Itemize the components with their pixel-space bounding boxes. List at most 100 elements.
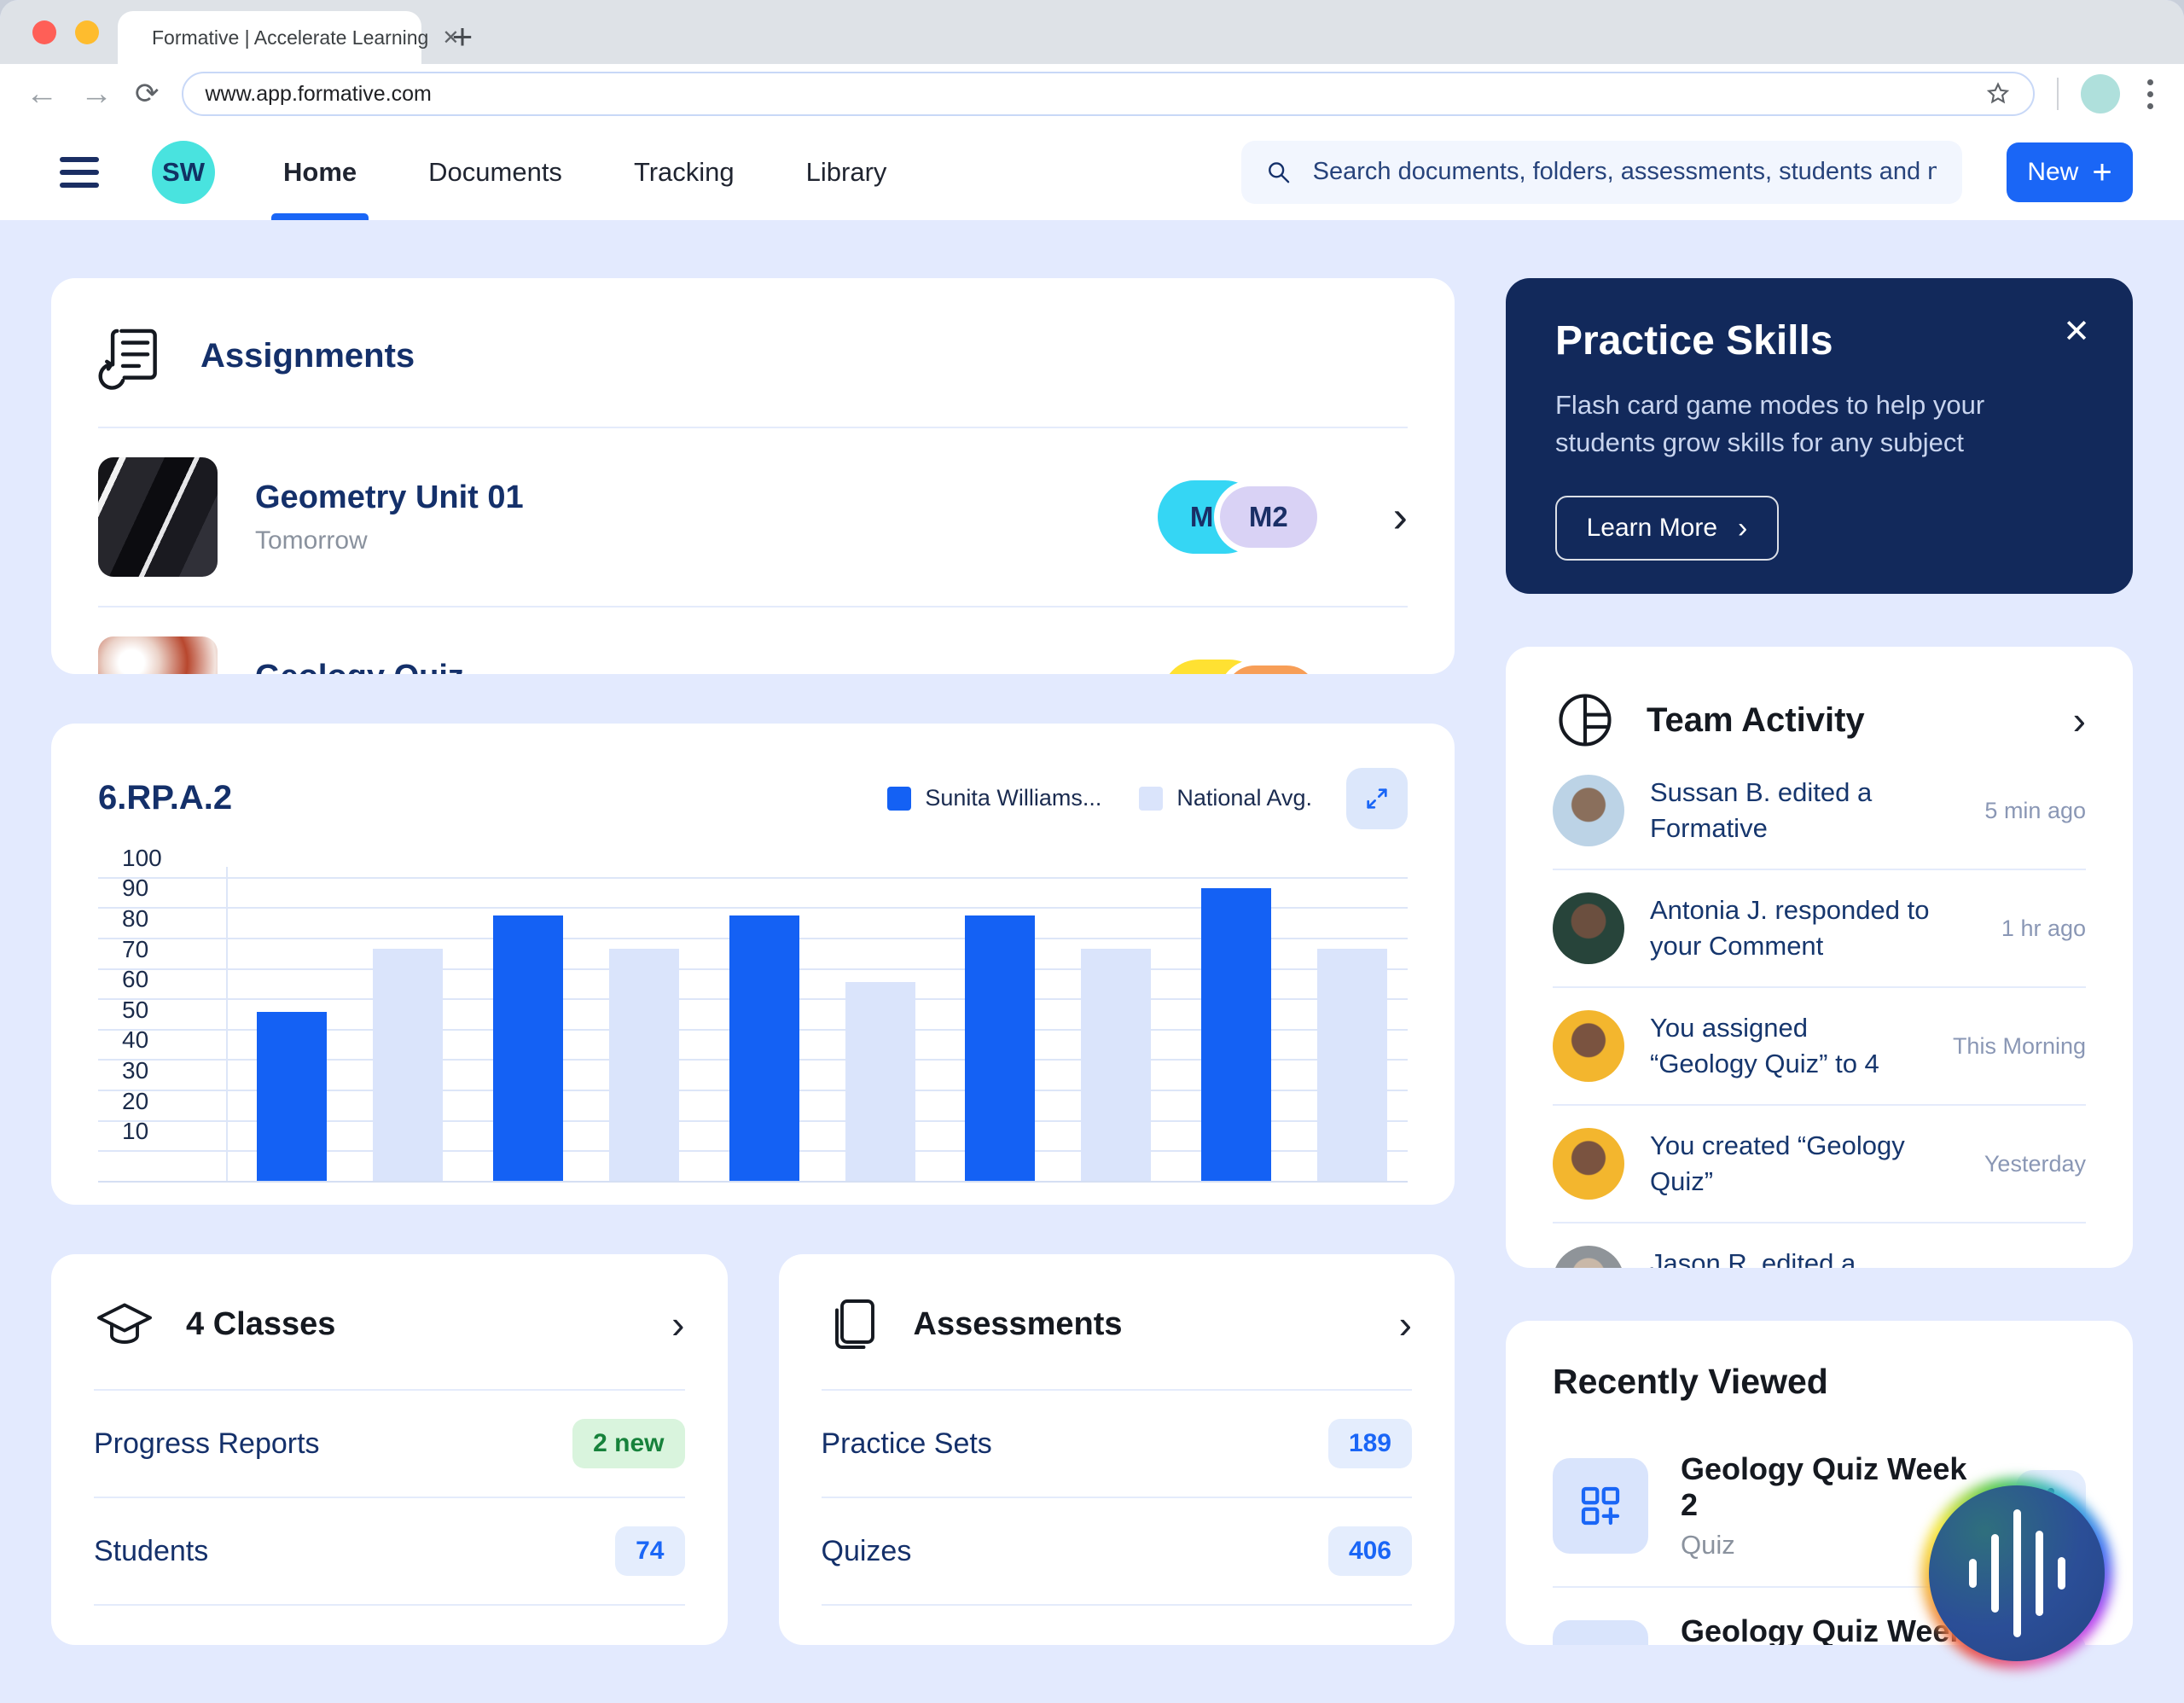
search-bar[interactable]	[1241, 141, 1962, 204]
bar-sunita-williams---[interactable]	[1201, 888, 1271, 1183]
bar-national-avg-[interactable]	[845, 982, 915, 1183]
close-icon[interactable]: ✕	[2063, 312, 2090, 351]
assignment-info: Geology QuizFriday	[255, 659, 464, 674]
assignment-title: Geology Quiz	[255, 659, 464, 674]
back-icon[interactable]: ←	[26, 78, 58, 110]
y-axis-tick: 10	[122, 1118, 148, 1145]
bookmark-star-icon[interactable]	[1985, 81, 2011, 107]
activity-time: 1 hr ago	[2001, 915, 2086, 942]
chevron-right-icon[interactable]: ›	[671, 1301, 684, 1347]
x-axis-label: Unit 1 –Quiz 110/01/24	[257, 1186, 443, 1205]
browser-window: Formative | Accelerate Learning ✕ + ← → …	[0, 0, 2184, 1703]
bar-national-avg-[interactable]	[609, 949, 679, 1183]
plus-icon: +	[2092, 159, 2111, 186]
assessments-rows: Practice Sets 189 Quizes406	[822, 1391, 1413, 1606]
assessments-icon	[822, 1293, 883, 1355]
count-badge: 74	[615, 1526, 684, 1576]
assignments-card: Assignments Geometry Unit 01TomorrowM1M2…	[51, 278, 1455, 674]
activity-item[interactable]: Sussan B. edited a Formative5 min ago	[1553, 753, 2086, 870]
forward-icon[interactable]: →	[80, 78, 113, 110]
assignment-row[interactable]: Geometry Unit 01TomorrowM1M2›	[98, 428, 1408, 607]
classes-icon	[94, 1293, 155, 1355]
chevron-right-icon[interactable]: ›	[1393, 491, 1408, 543]
bar-sunita-williams---[interactable]	[493, 915, 563, 1183]
chevron-right-icon[interactable]: ›	[1399, 1301, 1412, 1347]
activity-time: This Morning	[1953, 1033, 2086, 1060]
search-icon	[1265, 158, 1292, 187]
expand-chart-button[interactable]	[1346, 768, 1408, 829]
team-activity-card: Team Activity › Sussan B. edited a Forma…	[1506, 647, 2133, 1268]
nav-item-tracking[interactable]: Tracking	[634, 124, 735, 220]
chevron-right-icon[interactable]: ›	[2073, 697, 2086, 743]
nav-item-library[interactable]: Library	[806, 124, 887, 220]
bar-national-avg-[interactable]	[1081, 949, 1151, 1183]
reload-icon[interactable]: ⟳	[135, 79, 160, 108]
y-axis-tick: 40	[122, 1026, 148, 1054]
chevron-right-icon[interactable]: ›	[1393, 671, 1408, 674]
dashboard: Assignments Geometry Unit 01TomorrowM1M2…	[0, 220, 2184, 1703]
standard-chart-card: 6.RP.A.2 Sunita Williams... National Avg.…	[51, 724, 1455, 1205]
activity-item[interactable]: Antonia J. responded to your Comment1 hr…	[1553, 870, 2086, 988]
assignment-info: Geometry Unit 01Tomorrow	[255, 480, 524, 555]
classes-card: 4 Classes › Progress Reports 2 new Student…	[51, 1254, 728, 1645]
activity-time: Yesterday	[1984, 1151, 2086, 1177]
assessments-card: Assessments › Practice Sets189Quizes406	[779, 1254, 1455, 1645]
browser-menu-icon[interactable]	[2142, 74, 2158, 114]
tab-strip: Formative | Accelerate Learning ✕ +	[0, 0, 2184, 64]
nav-item-home[interactable]: Home	[283, 124, 357, 220]
bar-national-avg-[interactable]	[1317, 949, 1387, 1183]
practice-skills-body: Flash card game modes to help your stude…	[1555, 387, 2033, 462]
chart-legend: Sunita Williams... National Avg.	[887, 785, 1312, 811]
stat-row-students[interactable]: Students 74	[94, 1498, 685, 1606]
bar-national-avg-[interactable]	[373, 949, 443, 1183]
ai-voice-assistant-button[interactable]	[1921, 1478, 2112, 1669]
user-avatar[interactable]: SW	[152, 141, 215, 204]
count-badge: 2 new	[572, 1419, 684, 1468]
browser-profile-avatar[interactable]	[2081, 74, 2120, 113]
assignments-list: Geometry Unit 01TomorrowM1M2›Geology Qui…	[98, 428, 1408, 674]
classes-title: 4 Classes	[186, 1306, 335, 1343]
legend-label: Sunita Williams...	[925, 785, 1101, 811]
activity-item[interactable]: You created “Geology Quiz”Yesterday	[1553, 1106, 2086, 1223]
x-axis-label: Unit 1 –Quiz 210/08/2	[493, 1186, 679, 1205]
app-header: SW Home Documents Tracking Library New +	[0, 124, 2184, 220]
search-input[interactable]	[1311, 157, 1938, 187]
legend-label: National Avg.	[1176, 785, 1312, 811]
nav-item-documents[interactable]: Documents	[428, 124, 562, 220]
browser-tab[interactable]: Formative | Accelerate Learning ✕	[118, 11, 421, 64]
bar-group	[729, 879, 915, 1183]
bar-groups	[245, 879, 1399, 1183]
assignment-row[interactable]: Geology QuizFridayS1S2›	[98, 607, 1408, 674]
y-axis-tick: 50	[122, 997, 148, 1024]
stat-label: Progress Reports	[94, 1427, 320, 1461]
team-activity-list: Sussan B. edited a Formative5 min agoAnt…	[1553, 753, 2086, 1268]
activity-item[interactable]: Jason R. edited a FormativeTuesday	[1553, 1223, 2086, 1268]
address-bar[interactable]: www.app.formative.com	[182, 72, 2036, 116]
team-activity-icon	[1553, 688, 1618, 753]
stat-row-progress-reports[interactable]: Progress Reports 2 new	[94, 1391, 685, 1498]
minimize-window-button[interactable]	[75, 20, 99, 44]
recently-viewed-title: Recently Viewed	[1553, 1362, 2086, 1402]
bar-sunita-williams---[interactable]	[729, 915, 799, 1183]
bar-sunita-williams---[interactable]	[965, 915, 1035, 1183]
stat-label: Students	[94, 1535, 208, 1568]
stat-row-quizes[interactable]: Quizes406	[822, 1498, 1413, 1606]
count-badge: 189	[1328, 1419, 1412, 1468]
new-button[interactable]: New +	[2007, 142, 2133, 202]
toolbar-divider	[2057, 78, 2059, 110]
stat-row-practice-sets[interactable]: Practice Sets 189	[822, 1391, 1413, 1498]
expand-icon	[1361, 782, 1393, 815]
activity-item[interactable]: You assigned “Geology Quiz” to 4This Mor…	[1553, 988, 2086, 1106]
class-badge-m2: M2	[1214, 480, 1323, 554]
learn-more-button[interactable]: Learn More ›	[1555, 496, 1779, 561]
x-axis-label: Unit 1 –Quiz 310/016/2	[965, 1186, 1151, 1205]
url-text: www.app.formative.com	[206, 82, 432, 107]
hamburger-menu-icon[interactable]	[60, 157, 99, 188]
bar-group	[1201, 879, 1387, 1183]
new-tab-button[interactable]: +	[440, 15, 485, 59]
stat-label: Practice Sets	[822, 1427, 992, 1461]
chart-title: 6.RP.A.2	[98, 779, 232, 817]
close-window-button[interactable]	[32, 20, 56, 44]
browser-toolbar: ← → ⟳ www.app.formative.com	[0, 64, 2184, 124]
bar-sunita-williams---[interactable]	[257, 1012, 327, 1182]
